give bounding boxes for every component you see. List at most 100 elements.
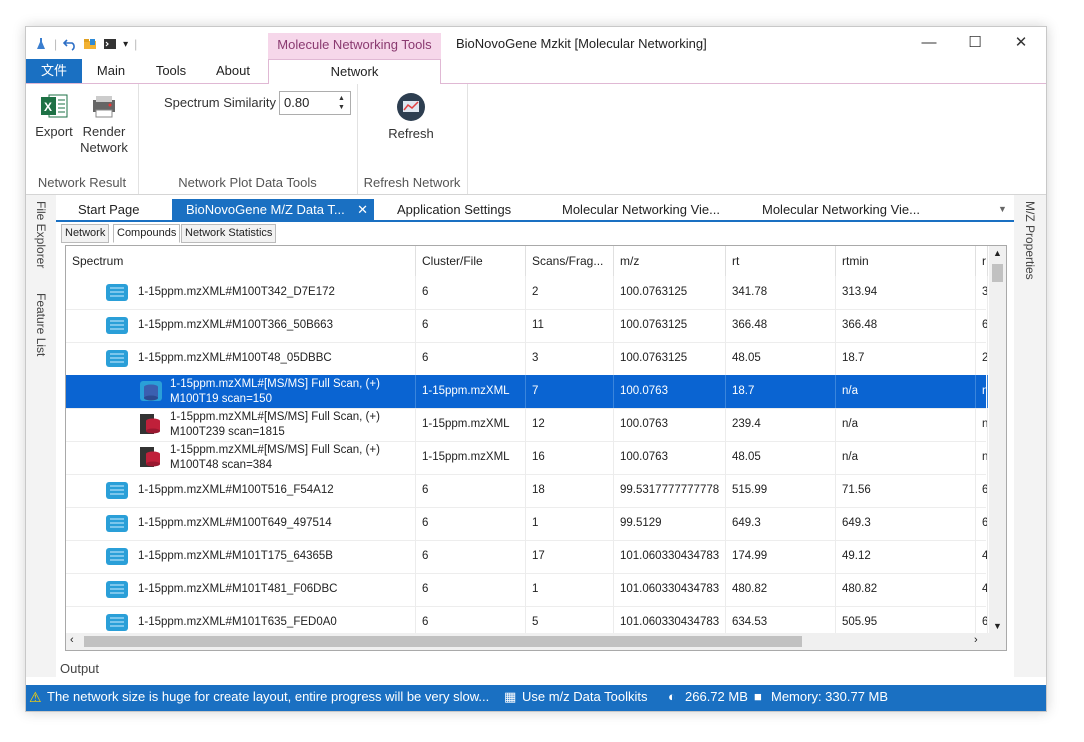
cell-rtmin: 649.3 bbox=[836, 507, 976, 540]
scroll-down-icon[interactable]: ▼ bbox=[993, 621, 1002, 631]
tab-file[interactable]: 文件 bbox=[26, 59, 82, 83]
table-row[interactable]: 1-15ppm.mzXML#M100T366_50B663 6 11 100.0… bbox=[66, 309, 988, 343]
tab-network[interactable]: Network bbox=[268, 59, 441, 85]
tab-main[interactable]: Main bbox=[88, 59, 134, 83]
col-scans[interactable]: Scans/Frag... bbox=[526, 246, 614, 276]
left-dock-strip: File Explorer Feature List bbox=[26, 195, 56, 677]
scroll-up-icon[interactable]: ▲ bbox=[993, 248, 1002, 258]
refresh-button[interactable]: Refresh bbox=[379, 92, 443, 142]
horizontal-scroll-thumb[interactable] bbox=[84, 636, 802, 647]
col-cluster-file[interactable]: Cluster/File bbox=[416, 246, 526, 276]
mz-properties-tab[interactable]: M/Z Properties bbox=[1023, 201, 1037, 280]
compounds-grid: Spectrum Cluster/File Scans/Frag... m/z … bbox=[65, 245, 1007, 651]
tab-molecular-networking-1[interactable]: Molecular Networking Vie... bbox=[562, 199, 720, 220]
subtab-network-statistics[interactable]: Network Statistics bbox=[181, 224, 277, 243]
feature-node-icon bbox=[106, 515, 128, 532]
cell-cluster: 6 bbox=[416, 573, 526, 606]
cell-scans: 12 bbox=[526, 408, 614, 441]
spectrum-line1: 1-15ppm.mzXML#[MS/MS] Full Scan, (+) bbox=[170, 411, 380, 423]
ribbon-panel: X Export Render Network Network Result S… bbox=[26, 84, 1046, 195]
table-row[interactable]: 1-15ppm.mzXML#M100T516_F54A12 6 18 99.53… bbox=[66, 474, 988, 508]
table-row[interactable]: 1-15ppm.mzXML#[MS/MS] Full Scan, (+) M100… bbox=[66, 441, 988, 475]
cell-rt: 649.3 bbox=[726, 507, 836, 540]
vertical-scroll-thumb[interactable] bbox=[992, 264, 1003, 282]
cell-spectrum: 1-15ppm.mzXML#[MS/MS] Full Scan, (+) M100… bbox=[164, 408, 416, 441]
cell-extra: 6 bbox=[976, 474, 988, 507]
scroll-left-icon[interactable]: ‹ bbox=[70, 634, 74, 646]
minimize-button[interactable]: — bbox=[906, 31, 952, 55]
group-label-network-result: Network Result bbox=[37, 175, 127, 190]
cell-cluster: 1-15ppm.mzXML bbox=[416, 441, 526, 474]
cell-scans: 7 bbox=[526, 375, 614, 408]
tab-mz-data[interactable]: BioNovoGene M/Z Data T... ✕ bbox=[172, 199, 374, 220]
status-bar: ⚠ The network size is huge for create la… bbox=[26, 685, 1046, 711]
app-flask-icon bbox=[37, 38, 45, 49]
cell-spectrum: 1-15ppm.mzXML#M101T481_F06DBC bbox=[132, 573, 416, 606]
open-folder-icon[interactable] bbox=[83, 37, 97, 51]
horizontal-scrollbar[interactable]: ‹ › bbox=[66, 633, 1006, 650]
refresh-chart-icon bbox=[397, 93, 425, 121]
output-panel-tab[interactable]: Output bbox=[60, 661, 99, 676]
col-rt[interactable]: rt bbox=[726, 246, 836, 276]
col-extra[interactable]: r bbox=[976, 246, 988, 276]
cell-mz: 100.0763125 bbox=[614, 342, 726, 375]
cell-rt: 48.05 bbox=[726, 441, 836, 474]
toolkit-link[interactable]: Use m/z Data Toolkits bbox=[522, 685, 647, 709]
col-spectrum[interactable]: Spectrum bbox=[66, 246, 416, 276]
vertical-scrollbar[interactable]: ▲ ▼ bbox=[989, 246, 1006, 633]
tab-tools[interactable]: Tools bbox=[146, 59, 196, 83]
maximize-button[interactable]: ☐ bbox=[952, 31, 998, 55]
tab-molecular-networking-2[interactable]: Molecular Networking Vie... bbox=[762, 199, 920, 220]
memory-used-text: 266.72 MB bbox=[685, 689, 748, 704]
scroll-right-icon[interactable]: › bbox=[974, 634, 978, 646]
undo-icon[interactable] bbox=[63, 37, 77, 51]
feature-node-icon bbox=[106, 581, 128, 598]
cell-rt: 174.99 bbox=[726, 540, 836, 573]
render-label-line1: Render bbox=[82, 124, 126, 139]
qat-dropdown-icon[interactable]: ▾ bbox=[123, 39, 128, 50]
tab-overflow-icon[interactable]: ▼ bbox=[998, 199, 1007, 220]
cell-mz: 101.060330434783 bbox=[614, 573, 726, 606]
table-row[interactable]: 1-15ppm.mzXML#M101T481_F06DBC 6 1 101.06… bbox=[66, 573, 988, 607]
cell-rtmin: 49.12 bbox=[836, 540, 976, 573]
table-row[interactable]: 1-15ppm.mzXML#[MS/MS] Full Scan, (+) M100… bbox=[66, 408, 988, 442]
cell-spectrum: 1-15ppm.mzXML#M100T342_D7E172 bbox=[132, 276, 416, 309]
tab-application-settings[interactable]: Application Settings bbox=[397, 199, 511, 220]
cell-extra: 6 bbox=[976, 309, 988, 342]
toolkit-icon: ▦ bbox=[504, 689, 517, 704]
close-button[interactable]: ✕ bbox=[998, 31, 1044, 55]
col-rtmin[interactable]: rtmin bbox=[836, 246, 976, 276]
cell-rt: 239.4 bbox=[726, 408, 836, 441]
cell-mz: 100.0763125 bbox=[614, 276, 726, 309]
terminal-icon[interactable] bbox=[103, 37, 117, 51]
feature-node-icon bbox=[106, 317, 128, 334]
feature-list-tab[interactable]: Feature List bbox=[34, 293, 48, 356]
table-row[interactable]: 1-15ppm.mzXML#M101T175_64365B 6 17 101.0… bbox=[66, 540, 988, 574]
tab-close-icon[interactable]: ✕ bbox=[357, 199, 368, 220]
feature-node-icon bbox=[106, 548, 128, 565]
col-mz[interactable]: m/z bbox=[614, 246, 726, 276]
table-row[interactable]: 1-15ppm.mzXML#M100T48_05DBBC 6 3 100.076… bbox=[66, 342, 988, 376]
subtab-compounds[interactable]: Compounds bbox=[113, 224, 181, 243]
cell-extra: 3 bbox=[976, 276, 988, 309]
render-network-button[interactable]: Render Network bbox=[76, 92, 132, 156]
memory-gauge-icon: ◐ bbox=[668, 689, 676, 704]
cell-rt: 48.05 bbox=[726, 342, 836, 375]
cell-extra: n bbox=[976, 375, 988, 408]
similarity-spinbox[interactable]: 0.80 ▲ ▼ bbox=[279, 91, 351, 115]
feature-node-icon bbox=[106, 614, 128, 631]
table-row-selected[interactable]: 1-15ppm.mzXML#[MS/MS] Full Scan, (+) M100… bbox=[66, 375, 988, 409]
subtab-network[interactable]: Network bbox=[61, 224, 110, 243]
tab-start-page[interactable]: Start Page bbox=[78, 199, 139, 220]
table-row[interactable]: 1-15ppm.mzXML#M100T342_D7E172 6 2 100.07… bbox=[66, 276, 988, 310]
table-row[interactable]: 1-15ppm.mzXML#M100T649_497514 6 1 99.512… bbox=[66, 507, 988, 541]
cell-cluster: 6 bbox=[416, 474, 526, 507]
cell-spectrum: 1-15ppm.mzXML#M101T175_64365B bbox=[132, 540, 416, 573]
spin-arrows-icon[interactable]: ▲ ▼ bbox=[338, 94, 348, 112]
cell-scans: 3 bbox=[526, 342, 614, 375]
file-explorer-tab[interactable]: File Explorer bbox=[34, 201, 48, 268]
export-label: Export bbox=[35, 124, 73, 139]
export-button[interactable]: X Export bbox=[32, 92, 76, 140]
cell-cluster: 1-15ppm.mzXML bbox=[416, 375, 526, 408]
tab-about[interactable]: About bbox=[208, 59, 258, 83]
